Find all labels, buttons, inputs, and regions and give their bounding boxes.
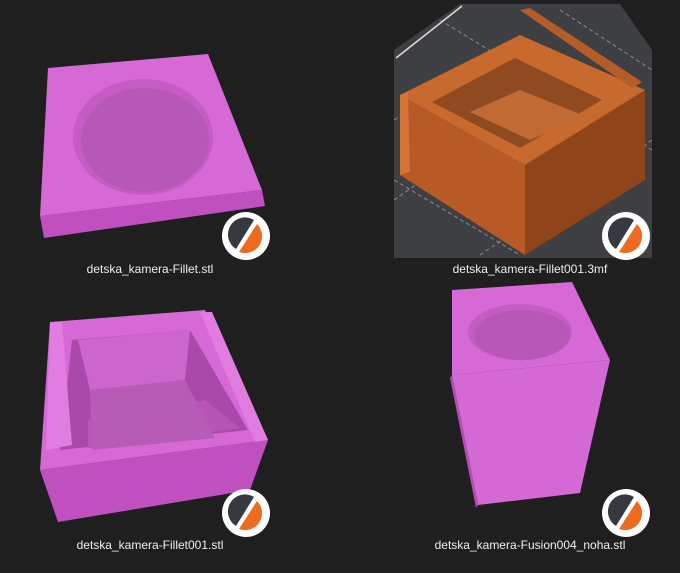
prusaslicer-icon <box>222 212 270 260</box>
file-item[interactable]: detska_kamera-Fillet.stl <box>0 0 300 280</box>
file-name: detska_kamera-Fillet001.3mf <box>452 262 608 276</box>
prusaslicer-icon <box>222 489 270 537</box>
file-name: detska_kamera-Fillet.stl <box>86 262 214 276</box>
file-item[interactable]: detska_kamera-Fusion004_noha.stl <box>380 280 680 560</box>
file-name: detska_kamera-Fillet001.stl <box>76 538 224 552</box>
file-name: detska_kamera-Fusion004_noha.stl <box>434 538 626 552</box>
file-item[interactable]: detska_kamera-Fillet001.3mf <box>380 0 680 280</box>
file-explorer-thumbnail-view: detska_kamera-Fillet.stl detska_kamera-F… <box>0 0 680 573</box>
prusaslicer-icon <box>602 212 650 260</box>
file-item[interactable]: detska_kamera-Fillet001.stl <box>0 280 300 560</box>
prusaslicer-icon <box>602 489 650 537</box>
